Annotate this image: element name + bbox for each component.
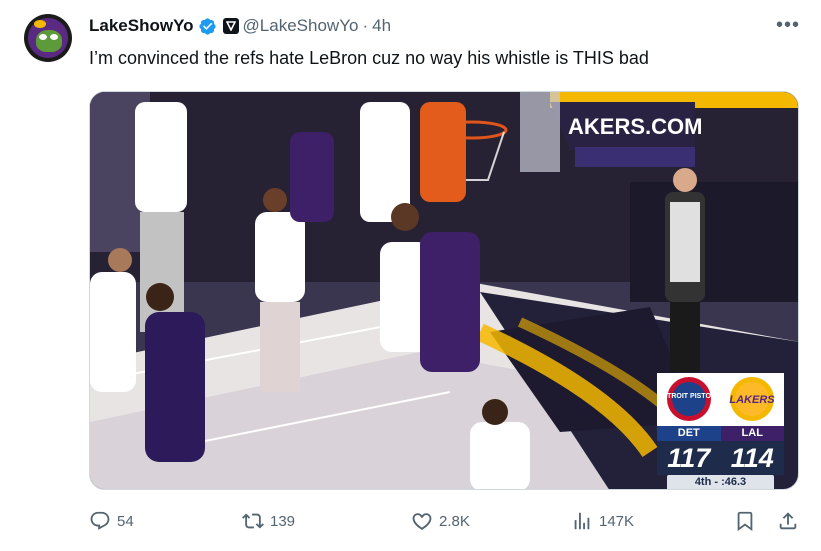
scorebug: DETROIT PISTONS LAKERS DET LAL 117 114 4…	[657, 373, 784, 489]
avatar[interactable]	[24, 14, 72, 62]
home-score: 117	[667, 443, 711, 473]
reply-icon	[90, 511, 110, 530]
away-score: 114	[730, 443, 774, 473]
affiliate-icon[interactable]	[222, 18, 239, 34]
avatar-eye-left	[39, 34, 47, 40]
post-actions: 54 139 2.8K 147K	[89, 510, 801, 534]
like-count: 2.8K	[439, 512, 470, 530]
avatar-face	[36, 30, 62, 52]
pistons-logo-text: DETROIT PISTONS	[657, 393, 721, 400]
avatar-lakers-badge	[34, 20, 46, 28]
post-media[interactable]: AKERS.COM DETROIT PISTONS LAKERS DET LAL…	[89, 91, 799, 490]
arena-banner: AKERS.COM	[568, 114, 702, 139]
separator-dot: ·	[362, 16, 369, 35]
views-button[interactable]: 147K	[571, 510, 634, 532]
post-text: I’m convinced the refs hate LeBron cuz n…	[89, 48, 649, 68]
reply-button[interactable]: 54	[89, 510, 134, 532]
repost-count: 139	[270, 512, 296, 530]
away-team-abbr: LAL	[720, 426, 784, 441]
views-icon	[574, 512, 590, 530]
bookmark-button[interactable]	[734, 510, 756, 532]
like-icon	[412, 513, 432, 530]
view-count: 147K	[599, 512, 635, 530]
author-handle[interactable]: @LakeShowYo	[243, 16, 359, 36]
repost-button[interactable]: 139	[242, 510, 295, 532]
reply-count: 54	[117, 512, 134, 530]
lakers-logo-text: LAKERS	[729, 394, 775, 406]
home-team-abbr: DET	[657, 426, 721, 441]
share-button[interactable]	[777, 510, 799, 532]
share-icon	[779, 512, 797, 530]
bookmark-icon	[737, 511, 753, 532]
avatar-eye-right	[50, 34, 58, 40]
post-header: LakeShowYo @LakeShowYo · 4h	[89, 15, 391, 37]
scorebug-team-abbreviations: DET LAL	[657, 426, 784, 441]
scorebug-logos: DETROIT PISTONS LAKERS	[657, 373, 784, 426]
verified-badge-icon[interactable]	[198, 17, 217, 36]
like-button[interactable]: 2.8K	[411, 510, 470, 532]
repost-icon	[242, 513, 264, 529]
game-clock: 4th - :46.3	[667, 475, 774, 489]
post-time[interactable]: 4h	[372, 16, 391, 36]
author-name[interactable]: LakeShowYo	[89, 16, 194, 36]
more-icon[interactable]: •••	[776, 14, 800, 37]
scorebug-scores: 117 114	[657, 441, 784, 475]
